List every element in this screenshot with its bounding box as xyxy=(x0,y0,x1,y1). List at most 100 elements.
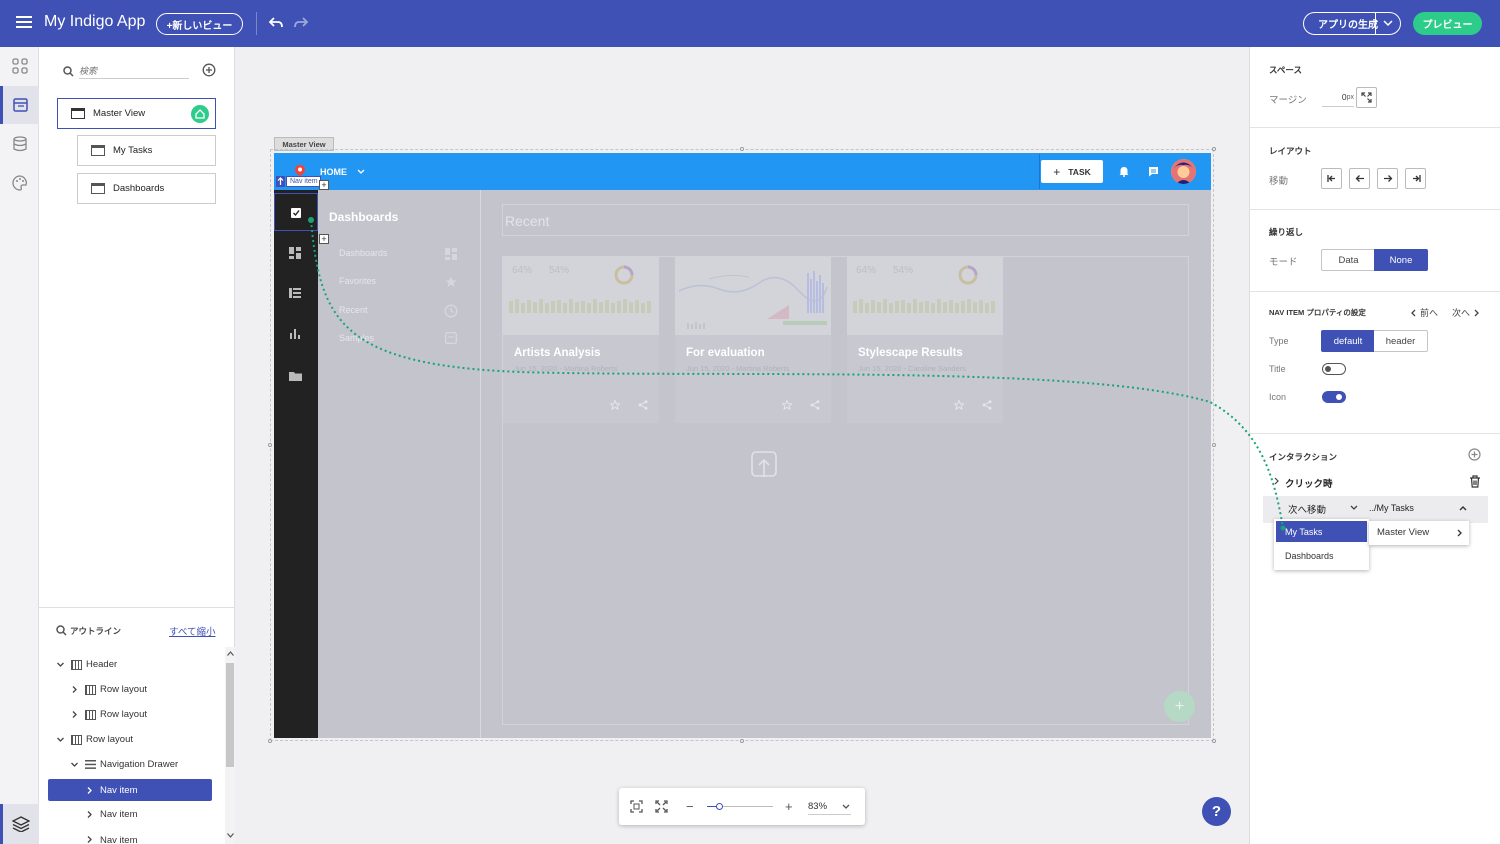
outline-row-nav-item-selected[interactable]: Nav item xyxy=(48,779,212,801)
resize-handle[interactable] xyxy=(1212,443,1216,447)
move-left-icon[interactable] xyxy=(1349,168,1370,189)
resize-handle[interactable] xyxy=(1212,739,1216,743)
nav-item-handle[interactable] xyxy=(276,176,285,187)
chat-icon[interactable] xyxy=(1148,166,1159,177)
prev-button[interactable]: 前へ xyxy=(1410,306,1438,319)
add-child-button[interactable]: + xyxy=(319,234,329,244)
outline-row-header[interactable]: Header xyxy=(39,652,235,677)
on-click-chevron-icon[interactable] xyxy=(1274,477,1280,485)
title-toggle[interactable] xyxy=(1322,363,1346,375)
folder-icon[interactable] xyxy=(289,371,302,381)
home-nav-link[interactable]: HOME xyxy=(320,167,347,177)
dashboard-card[interactable]: For evaluation Jun 15, 2020 - Martina Ro… xyxy=(675,257,831,423)
add-view-icon[interactable] xyxy=(202,63,216,77)
bar-chart-icon[interactable] xyxy=(290,329,300,339)
scrollbar-thumb[interactable] xyxy=(226,663,234,767)
menu-item-dashboards[interactable]: Dashboards xyxy=(1276,545,1367,566)
outline-row-row-layout[interactable]: Row layout xyxy=(39,727,235,752)
components-icon[interactable] xyxy=(0,47,39,85)
margin-expand-icon[interactable] xyxy=(1356,87,1377,108)
view-card-my-tasks[interactable]: My Tasks xyxy=(77,135,216,166)
chevron-down-icon[interactable] xyxy=(1350,505,1358,511)
action-select[interactable]: 次へ移動 xyxy=(1288,502,1326,516)
theme-palette-icon[interactable] xyxy=(0,164,39,202)
nav-item-tasks[interactable] xyxy=(274,193,318,231)
type-option-header[interactable]: header xyxy=(1374,330,1428,352)
target-select[interactable]: ../My Tasks xyxy=(1369,503,1414,513)
resize-handle[interactable] xyxy=(268,739,272,743)
scroll-down-icon[interactable] xyxy=(227,833,234,838)
outline-row-navigation-drawer[interactable]: Navigation Drawer xyxy=(39,752,235,777)
share-icon[interactable] xyxy=(982,400,992,410)
fab-add-button[interactable]: + xyxy=(1164,691,1195,722)
chevron-right-icon xyxy=(72,711,77,718)
scroll-up-icon[interactable] xyxy=(227,651,234,656)
view-card-dashboards[interactable]: Dashboards xyxy=(77,173,216,204)
collapse-all-link[interactable]: すべて縮小 xyxy=(169,624,215,638)
add-task-button[interactable]: + TASK xyxy=(1041,160,1103,183)
database-icon[interactable] xyxy=(0,125,39,163)
user-avatar[interactable] xyxy=(1171,159,1196,184)
layers-icon[interactable] xyxy=(0,804,39,844)
outline-row-nav-item[interactable]: Nav item xyxy=(39,827,235,844)
star-icon[interactable] xyxy=(610,400,620,410)
move-first-icon[interactable] xyxy=(1321,168,1342,189)
menu-item-my-tasks[interactable]: My Tasks xyxy=(1276,521,1367,542)
outline-search-icon[interactable] xyxy=(56,625,67,636)
menu-item-master-view[interactable]: Master View xyxy=(1369,521,1469,545)
list-view-icon[interactable] xyxy=(289,288,301,298)
move-last-icon[interactable] xyxy=(1405,168,1426,189)
icon-toggle[interactable] xyxy=(1322,391,1346,403)
hamburger-menu-icon[interactable] xyxy=(16,15,32,29)
resize-handle[interactable] xyxy=(740,147,744,151)
fullscreen-icon[interactable] xyxy=(655,800,668,813)
upload-icon[interactable] xyxy=(751,451,777,479)
master-view-frame[interactable]: HOME + TASK Dashboards Dashboards Favori… xyxy=(274,153,1211,738)
resize-handle[interactable] xyxy=(268,443,272,447)
preview-button[interactable]: プレビュー xyxy=(1413,12,1482,35)
resize-handle[interactable] xyxy=(1212,147,1216,151)
new-view-button[interactable]: +新しいビュー xyxy=(156,13,243,35)
undo-icon[interactable] xyxy=(266,13,286,33)
help-button[interactable]: ? xyxy=(1202,797,1231,826)
views-search-input[interactable] xyxy=(79,63,189,79)
outline-scrollbar[interactable] xyxy=(225,647,235,844)
share-icon[interactable] xyxy=(810,400,820,410)
drawer-item[interactable]: Dashboards xyxy=(339,248,388,258)
mode-option-data[interactable]: Data xyxy=(1321,249,1375,271)
mode-option-none[interactable]: None xyxy=(1374,249,1428,271)
chevron-up-icon[interactable] xyxy=(1459,505,1467,511)
bell-icon[interactable] xyxy=(1119,166,1129,177)
outline-row-row-layout[interactable]: Row layout xyxy=(39,702,235,727)
redo-icon[interactable] xyxy=(291,13,311,33)
dashboard-card[interactable]: 64% 54% Stylescape Results Jun 15, 2020 … xyxy=(847,257,1003,423)
zoom-out-button[interactable]: − xyxy=(686,799,694,814)
drawer-item[interactable]: Favorites xyxy=(339,276,376,286)
star-icon[interactable] xyxy=(782,400,792,410)
drawer-item[interactable]: Samples xyxy=(339,333,374,343)
drawer-item[interactable]: Recent xyxy=(339,305,368,315)
zoom-select[interactable]: 83% xyxy=(808,801,851,815)
next-button[interactable]: 次へ xyxy=(1452,306,1480,319)
outline-row-nav-item[interactable]: Nav item xyxy=(39,802,235,827)
views-icon[interactable] xyxy=(0,86,39,124)
fit-screen-icon[interactable] xyxy=(630,800,643,813)
add-interaction-icon[interactable] xyxy=(1468,448,1481,461)
type-option-default[interactable]: default xyxy=(1321,330,1375,352)
outline-row-row-layout[interactable]: Row layout xyxy=(39,677,235,702)
chevron-down-icon[interactable] xyxy=(1382,19,1394,27)
zoom-slider-thumb[interactable] xyxy=(716,803,724,810)
resize-handle[interactable] xyxy=(740,739,744,743)
margin-input[interactable]: 0 px xyxy=(1322,88,1354,107)
zoom-slider[interactable] xyxy=(707,803,773,810)
share-icon[interactable] xyxy=(638,400,648,410)
add-sibling-button[interactable]: + xyxy=(319,180,329,190)
zoom-in-button[interactable]: + xyxy=(785,799,793,814)
move-right-icon[interactable] xyxy=(1377,168,1398,189)
dashboard-icon[interactable] xyxy=(289,247,301,259)
chevron-down-icon[interactable] xyxy=(357,169,365,175)
view-card-master-view[interactable]: Master View xyxy=(57,98,216,129)
star-icon[interactable] xyxy=(954,400,964,410)
trash-icon[interactable] xyxy=(1469,475,1481,488)
dashboard-card[interactable]: 64% 54% Artists Analysis Jun 15, 2020 - … xyxy=(503,257,659,423)
